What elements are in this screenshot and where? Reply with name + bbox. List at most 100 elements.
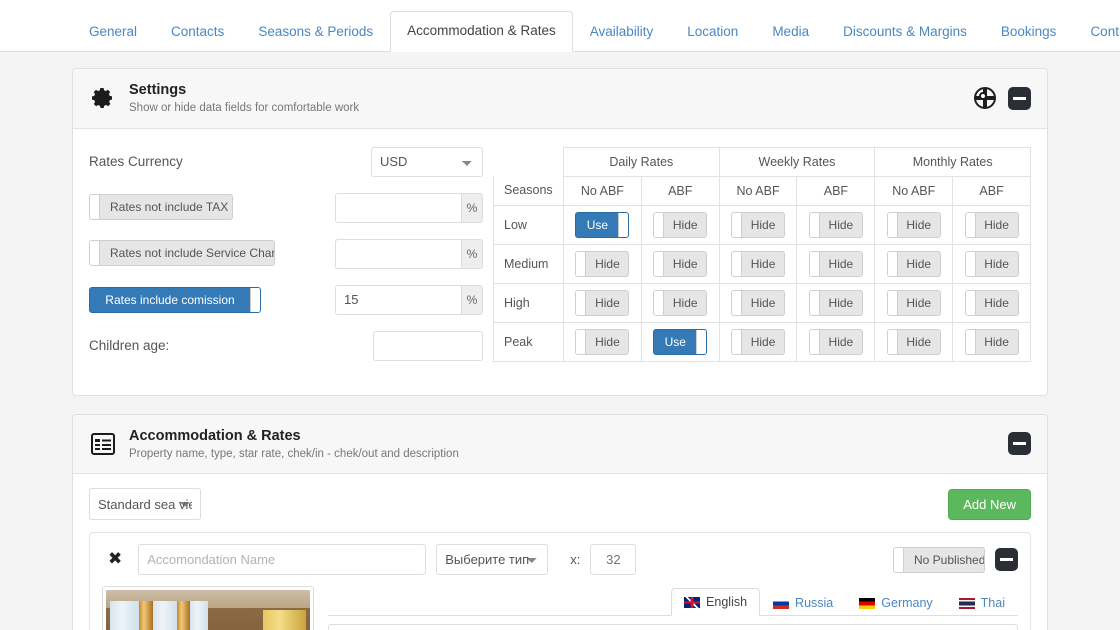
rate-visibility-toggle[interactable]: Hide bbox=[575, 289, 630, 316]
toggle-handle bbox=[965, 251, 976, 276]
nav-tab-location[interactable]: Location bbox=[670, 12, 755, 52]
accommodation-toolbar: Standard sea view room Add New bbox=[73, 474, 1047, 532]
toggle-label: Hide bbox=[828, 295, 854, 310]
toggle-label: Hide bbox=[750, 295, 776, 310]
description-textarea[interactable] bbox=[328, 624, 1018, 630]
nav-tab-availability[interactable]: Availability bbox=[573, 12, 671, 52]
toggle-label: Hide bbox=[595, 295, 620, 310]
lang-tab-germany[interactable]: Germany bbox=[846, 589, 945, 616]
description-column: English Russia Germany Thai bbox=[328, 586, 1018, 630]
nav-tab-general[interactable]: General bbox=[72, 12, 154, 52]
rate-visibility-toggle[interactable]: Hide bbox=[731, 211, 786, 238]
rates-cell-inner: Hide bbox=[721, 250, 796, 277]
toggle-handle bbox=[809, 251, 820, 276]
rate-visibility-toggle[interactable]: Hide bbox=[808, 211, 863, 238]
rate-visibility-toggle[interactable]: Hide bbox=[808, 250, 863, 277]
toggle-handle bbox=[809, 212, 820, 237]
rates-table-row: Medium Hide Hide Hide Hide Hide Hide bbox=[493, 243, 1031, 284]
room-photo-thumbnail[interactable] bbox=[102, 586, 314, 630]
accommodation-row-body: English Russia Germany Thai bbox=[90, 586, 1030, 630]
settings-panel-subtitle: Show or hide data fields for comfortable… bbox=[129, 102, 360, 115]
rates-not-include-service-charge-toggle[interactable]: Rates not include Service Charge bbox=[89, 239, 275, 266]
rate-visibility-toggle[interactable]: Hide bbox=[653, 211, 708, 238]
percent-addon: % bbox=[461, 238, 483, 269]
minimize-icon[interactable] bbox=[1008, 432, 1031, 456]
rates-cell: Hide bbox=[796, 243, 876, 284]
rate-visibility-toggle[interactable]: Hide bbox=[653, 289, 708, 316]
toggle-handle bbox=[887, 251, 898, 276]
lang-tab-russia[interactable]: Russia bbox=[760, 589, 846, 616]
rate-visibility-toggle[interactable]: Hide bbox=[653, 250, 708, 277]
season-name: High bbox=[493, 282, 564, 323]
close-icon[interactable]: ✖ bbox=[102, 551, 128, 568]
rate-visibility-toggle[interactable]: Use bbox=[653, 328, 708, 355]
rates-sub-header: ABF bbox=[796, 175, 876, 206]
rate-visibility-toggle[interactable]: Use bbox=[575, 211, 630, 238]
lang-tab-label: Germany bbox=[881, 596, 933, 610]
accommodation-type-select[interactable]: Выберите тип bbox=[436, 544, 549, 575]
accommodation-panel-subtitle: Property name, type, star rate, chek/in … bbox=[129, 447, 459, 460]
toggle-label: Rates not include TAX bbox=[110, 199, 229, 214]
lang-tab-thai[interactable]: Thai bbox=[946, 589, 1018, 616]
rates-currency-select[interactable]: USDEURGBPRUBTHB bbox=[371, 146, 483, 177]
minimize-icon[interactable] bbox=[1008, 86, 1031, 110]
rates-table-corner bbox=[494, 147, 564, 176]
rate-visibility-toggle[interactable]: Hide bbox=[731, 328, 786, 355]
rate-visibility-toggle[interactable]: Hide bbox=[964, 328, 1019, 355]
rate-visibility-toggle[interactable]: Hide bbox=[575, 250, 630, 277]
page-content: Settings Show or hide data fields for co… bbox=[0, 52, 1120, 630]
settings-panel-title: Settings bbox=[129, 82, 187, 98]
rate-visibility-toggle[interactable]: Hide bbox=[964, 211, 1019, 238]
accommodation-row-header: ✖ Выберите тип x: No Published bbox=[90, 533, 1030, 586]
rates-cell-inner: Hide bbox=[954, 289, 1029, 316]
rate-visibility-toggle[interactable]: Hide bbox=[575, 328, 630, 355]
nav-tab-seasons-periods[interactable]: Seasons & Periods bbox=[241, 12, 390, 52]
lifering-icon[interactable] bbox=[974, 87, 996, 110]
rate-visibility-toggle[interactable]: Hide bbox=[808, 289, 863, 316]
rates-not-include-tax-toggle[interactable]: Rates not include TAX bbox=[89, 193, 233, 220]
service-charge-percent-input[interactable] bbox=[335, 238, 462, 269]
add-new-button[interactable]: Add New bbox=[948, 488, 1031, 520]
commission-toggle-row: Rates include comission % bbox=[89, 284, 483, 315]
lang-tab-english[interactable]: English bbox=[671, 588, 761, 616]
tax-percent-input[interactable] bbox=[335, 192, 462, 223]
rates-cell-inner: Hide bbox=[565, 328, 640, 355]
nav-tab-bookings[interactable]: Bookings bbox=[984, 12, 1074, 52]
commission-percent-input[interactable] bbox=[335, 284, 462, 315]
nav-tab-contacts[interactable]: Contacts bbox=[154, 12, 241, 52]
minimize-icon[interactable] bbox=[995, 548, 1018, 571]
toggle-handle bbox=[654, 251, 665, 276]
rate-visibility-toggle[interactable]: Hide bbox=[886, 289, 941, 316]
room-select[interactable]: Standard sea view room bbox=[89, 488, 201, 520]
rate-visibility-toggle[interactable]: Hide bbox=[808, 328, 863, 355]
rate-visibility-toggle[interactable]: Hide bbox=[731, 250, 786, 277]
rate-visibility-toggle[interactable]: Hide bbox=[964, 250, 1019, 277]
rates-sub-header: ABF bbox=[640, 175, 720, 206]
nav-tab-media[interactable]: Media bbox=[755, 12, 826, 52]
toggle-label: Hide bbox=[906, 217, 932, 232]
flag-uk-icon bbox=[684, 596, 701, 608]
tax-toggle-wrap: Rates not include TAX bbox=[89, 193, 335, 222]
rates-cell: Hide bbox=[718, 204, 798, 245]
toggle-label: Hide bbox=[984, 256, 1009, 271]
rates-cell: Hide bbox=[952, 282, 1031, 323]
toggle-label: Hide bbox=[984, 334, 1009, 349]
rates-cell: Use bbox=[563, 204, 642, 245]
rates-include-comission-toggle[interactable]: Rates include comission bbox=[89, 286, 261, 313]
publish-toggle[interactable]: No Published bbox=[893, 546, 985, 573]
toggle-label: Hide bbox=[906, 334, 932, 349]
rate-visibility-toggle[interactable]: Hide bbox=[886, 250, 941, 277]
nav-tab-discounts-margins[interactable]: Discounts & Margins bbox=[826, 12, 984, 52]
rates-sub-header-row: Seasons No ABF ABF No ABF ABF No ABF ABF bbox=[493, 175, 1031, 206]
star-rate-input[interactable] bbox=[590, 544, 637, 575]
children-age-input[interactable] bbox=[373, 330, 483, 361]
nav-tab-contract[interactable]: Contract bbox=[1073, 12, 1120, 52]
rate-visibility-toggle[interactable]: Hide bbox=[731, 289, 786, 316]
rates-cell-inner: Hide bbox=[954, 328, 1029, 355]
rate-visibility-toggle[interactable]: Hide bbox=[964, 289, 1019, 316]
nav-tab-accommodation-rates[interactable]: Accommodation & Rates bbox=[390, 11, 573, 52]
rate-visibility-toggle[interactable]: Hide bbox=[886, 211, 941, 238]
rate-visibility-toggle[interactable]: Hide bbox=[886, 328, 941, 355]
toggle-label: Hide bbox=[595, 256, 620, 271]
accommodation-name-input[interactable] bbox=[138, 544, 427, 575]
